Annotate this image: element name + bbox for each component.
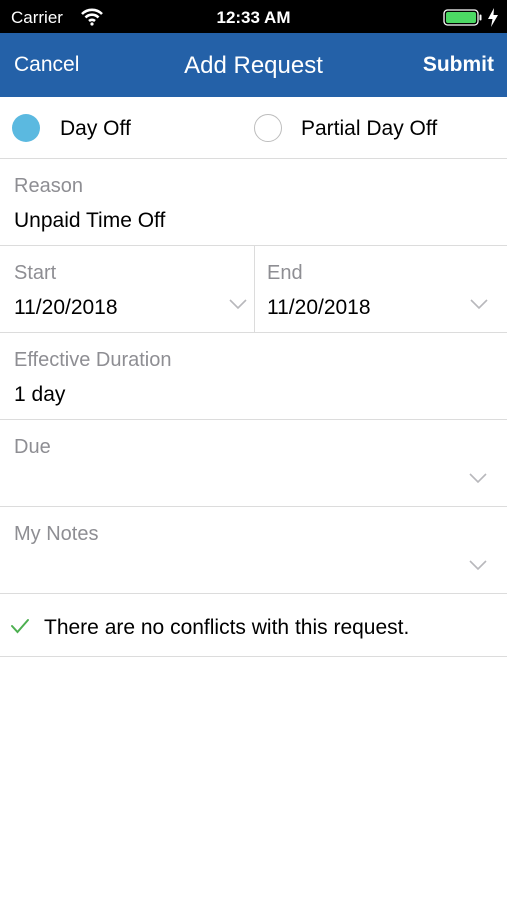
due-field[interactable]: Due [0, 420, 507, 507]
my-notes-field[interactable]: My Notes [0, 507, 507, 594]
reason-label: Reason [14, 175, 83, 197]
partial-day-off-radio[interactable] [254, 114, 282, 142]
chevron-down-icon[interactable] [229, 299, 247, 310]
end-date-field[interactable]: End 11/20/2018 [255, 246, 507, 332]
navigation-bar: Cancel Add Request Submit [0, 33, 507, 97]
start-label: Start [14, 262, 57, 284]
start-date-value: 11/20/2018 [14, 296, 118, 319]
end-date-value: 11/20/2018 [267, 296, 371, 319]
cancel-button[interactable]: Cancel [14, 53, 79, 77]
submit-button[interactable]: Submit [423, 53, 494, 77]
effective-duration-value: 1 day [14, 383, 66, 406]
clock-time: 12:33 AM [216, 8, 291, 27]
end-label: End [267, 262, 303, 284]
chevron-down-icon[interactable] [469, 560, 487, 571]
chevron-down-icon[interactable] [469, 473, 487, 484]
effective-duration-field: Effective Duration 1 day [0, 333, 507, 420]
checkmark-icon [11, 619, 29, 634]
chevron-down-icon[interactable] [470, 299, 488, 310]
due-label: Due [14, 436, 51, 458]
charging-bolt-icon [488, 8, 498, 27]
reason-field[interactable]: Reason Unpaid Time Off [0, 159, 507, 246]
partial-day-off-label[interactable]: Partial Day Off [301, 117, 437, 141]
date-range-row: Start 11/20/2018 End 11/20/2018 [0, 246, 507, 333]
conflict-message: There are no conflicts with this request… [44, 616, 410, 639]
effective-duration-label: Effective Duration [14, 349, 172, 371]
status-bar: Carrier 12:33 AM [0, 0, 507, 33]
day-off-label[interactable]: Day Off [60, 117, 131, 141]
day-off-radio[interactable] [12, 114, 40, 142]
my-notes-label: My Notes [14, 523, 99, 545]
battery-icon [443, 9, 482, 26]
start-date-field[interactable]: Start 11/20/2018 [0, 246, 255, 332]
conflict-status: There are no conflicts with this request… [0, 594, 507, 657]
request-type-selector: Day Off Partial Day Off [0, 97, 507, 159]
reason-value: Unpaid Time Off [14, 209, 166, 232]
